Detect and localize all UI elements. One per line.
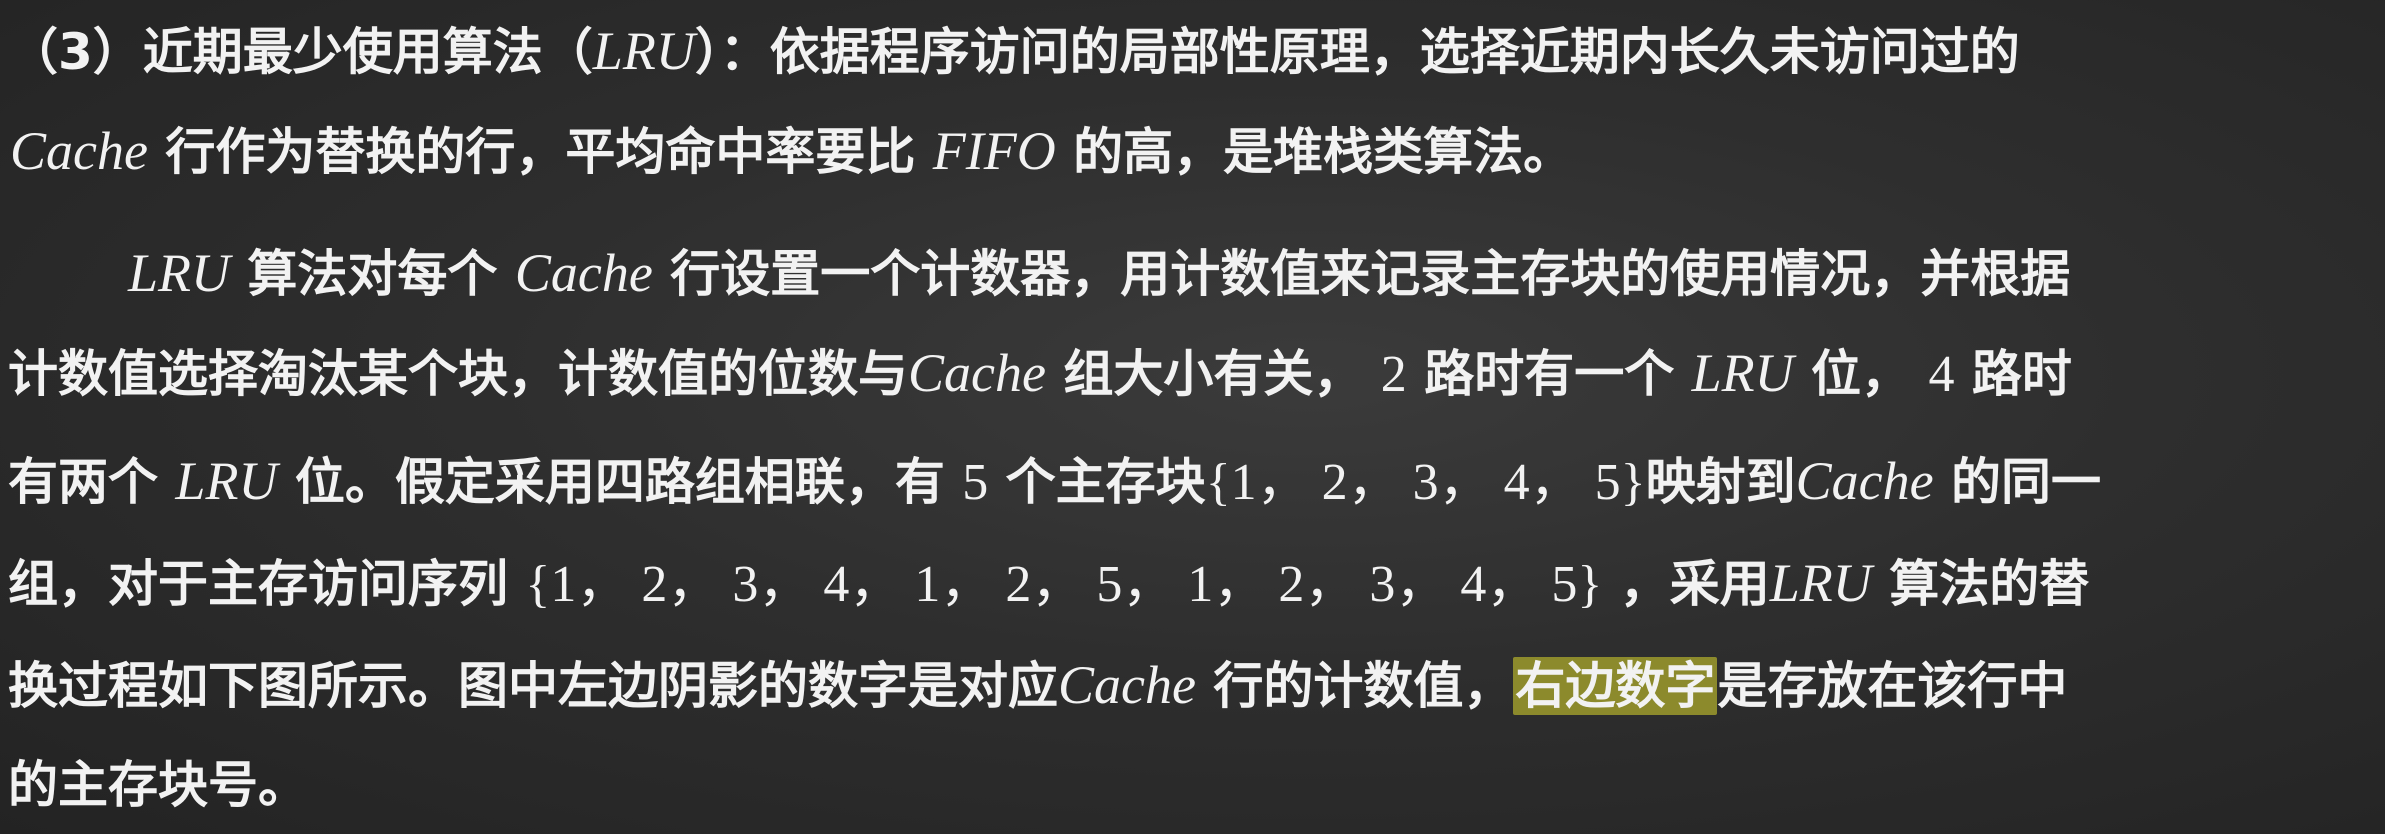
paragraph-1-line-1: （3）近期最少使用算法（LRU）：依据程序访问的局部性原理，选择近期内长久未访问…	[8, 21, 2020, 81]
chalkboard-document: （3）近期最少使用算法（LRU）：依据程序访问的局部性原理，选择近期内长久未访问…	[0, 0, 2385, 834]
paragraph-2-line-6: 的主存块号。	[8, 756, 308, 814]
paragraph-2-line-3: 有两个 LRU 位。假定采用四路组相联，有 5 个主存块{1， 2， 3， 4，…	[8, 451, 2101, 511]
highlighted-text: 右边数字	[1513, 657, 1718, 715]
paragraph-2-line-4: 组，对于主存访问序列 {1， 2， 3， 4， 1， 2， 5， 1， 2， 3…	[8, 553, 2090, 613]
paragraph-2-line-1: LRU 算法对每个 Cache 行设置一个计数器，用计数值来记录主存块的使用情况…	[128, 243, 2071, 303]
paragraph-2-line-2: 计数值选择淘汰某个块，计数值的位数与Cache 组大小有关， 2 路时有一个 L…	[8, 343, 2072, 403]
paragraph-2-line-5: 换过程如下图所示。图中左边阴影的数字是对应Cache 行的计数值，右边数字是存放…	[8, 655, 2068, 715]
paragraph-1-line-2: Cache 行作为替换的行，平均命中率要比 FIFO 的高，是堆栈类算法。	[10, 121, 1574, 181]
